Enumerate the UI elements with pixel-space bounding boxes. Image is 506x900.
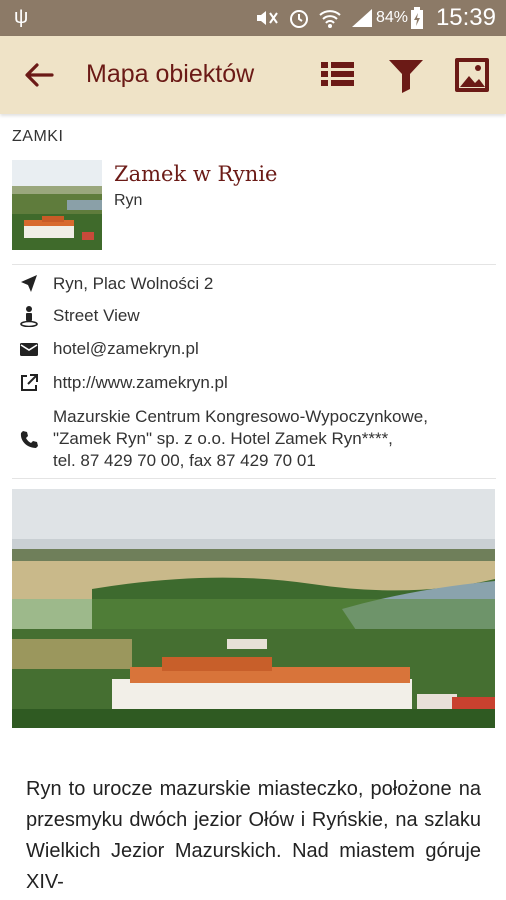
status-icons	[254, 7, 374, 29]
address-row[interactable]: Ryn, Plac Wolności 2	[12, 272, 496, 296]
clock: 15:39	[435, 4, 496, 31]
image-icon	[455, 58, 489, 92]
external-link-icon	[21, 374, 38, 391]
email-text: hotel@zamekryn.pl	[53, 339, 199, 358]
status-bar: ψ 84% 15:39	[0, 0, 506, 36]
contact-line-3: tel. 87 429 70 00, fax 87 429 70 01	[53, 451, 316, 470]
back-button[interactable]	[18, 56, 58, 96]
filter-icon	[389, 60, 423, 93]
street-view-row[interactable]: Street View	[12, 304, 496, 328]
contact-line-2: "Zamek Ryn" sp. z o.o. Hotel Zamek Ryn**…	[53, 429, 393, 448]
email-icon	[20, 343, 38, 356]
gallery-button[interactable]	[452, 55, 492, 95]
divider	[12, 478, 496, 479]
object-header: Zamek w Rynie Ryn	[12, 158, 496, 254]
email-row[interactable]: hotel@zamekryn.pl	[12, 337, 496, 361]
app-bar: Mapa obiektów	[0, 36, 506, 114]
contact-line-1: Mazurskie Centrum Kongresowo-Wypoczynkow…	[53, 407, 428, 426]
usb-icon: ψ	[14, 6, 29, 28]
category-label: ZAMKI	[12, 128, 64, 145]
list-view-button[interactable]	[318, 55, 358, 95]
battery-percent: 84%	[375, 9, 408, 26]
phone-icon	[20, 431, 38, 448]
castle-landscape-image	[12, 489, 495, 728]
street-view-icon	[20, 306, 38, 327]
object-description: Ryn to urocze mazurskie miasteczko, poło…	[26, 778, 481, 893]
object-thumbnail[interactable]	[12, 160, 102, 250]
mute-icon	[257, 11, 278, 25]
contact-row[interactable]: Mazurskie Centrum Kongresowo-Wypoczynkow…	[12, 406, 496, 474]
divider	[12, 264, 496, 265]
app-bar-title: Mapa obiektów	[86, 60, 255, 88]
website-text: http://www.zamekryn.pl	[53, 373, 228, 392]
filter-button[interactable]	[386, 55, 426, 95]
wifi-icon	[319, 10, 341, 28]
arrow-back-icon	[25, 63, 54, 87]
castle-thumbnail-image	[12, 160, 102, 250]
signal-icon	[352, 9, 372, 27]
address-text: Ryn, Plac Wolności 2	[53, 274, 214, 293]
battery-icon	[411, 7, 423, 29]
website-row[interactable]: http://www.zamekryn.pl	[12, 371, 496, 395]
object-city: Ryn	[114, 192, 143, 209]
alarm-icon	[290, 10, 308, 28]
street-view-text: Street View	[53, 306, 140, 325]
castle-photo[interactable]	[12, 489, 495, 728]
list-icon	[321, 62, 354, 86]
navigation-arrow-icon	[21, 275, 37, 292]
object-name: Zamek w Rynie	[114, 162, 278, 186]
